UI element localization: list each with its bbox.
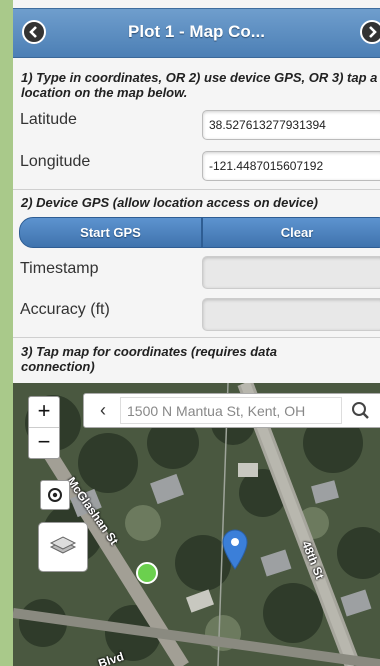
gps-position-marker	[136, 562, 158, 584]
chevron-right-icon	[369, 26, 377, 38]
layers-icon	[49, 536, 77, 554]
latitude-field[interactable]: 38.527613277931394	[202, 110, 380, 140]
timestamp-field[interactable]	[202, 256, 380, 289]
chevron-left-icon	[29, 26, 37, 38]
longitude-field[interactable]: -121.4487015607192	[202, 151, 380, 181]
section1-title: 1) Type in coordinates, OR 2) use device…	[21, 70, 378, 100]
map-search-box: ‹ 1500 N Mantua St, Kent, OH	[83, 393, 380, 428]
longitude-label: Longitude	[20, 153, 91, 170]
locate-me-button[interactable]	[40, 480, 70, 510]
forward-button[interactable]	[360, 20, 380, 44]
address-search-input[interactable]: 1500 N Mantua St, Kent, OH	[120, 397, 342, 424]
accuracy-label: Accuracy (ft)	[20, 301, 110, 318]
crosshair-icon	[48, 488, 62, 502]
section2-title: 2) Device GPS (allow location access on …	[21, 195, 318, 210]
accuracy-field[interactable]	[202, 298, 380, 331]
location-pin-icon[interactable]	[222, 528, 248, 570]
divider	[13, 337, 380, 338]
left-edge-strip	[0, 0, 13, 666]
app-frame: Plot 1 - Map Co... 1) Type in coordinate…	[13, 0, 380, 666]
section3-title: 3) Tap map for coordinates (requires dat…	[21, 344, 277, 374]
zoom-out-button[interactable]: −	[29, 428, 59, 458]
latitude-label: Latitude	[20, 111, 77, 128]
back-button[interactable]	[22, 20, 46, 44]
layers-button[interactable]	[38, 522, 88, 572]
search-button[interactable]	[344, 394, 378, 427]
zoom-in-button[interactable]: +	[29, 397, 59, 428]
search-icon	[352, 402, 369, 419]
clear-button[interactable]: Clear	[202, 217, 380, 248]
start-gps-button[interactable]: Start GPS	[19, 217, 202, 248]
zoom-control: + −	[28, 396, 60, 459]
timestamp-label: Timestamp	[20, 260, 99, 277]
divider	[13, 189, 380, 190]
page-title: Plot 1 - Map Co...	[128, 22, 265, 41]
search-back-button[interactable]: ‹	[88, 394, 118, 427]
app-header: Plot 1 - Map Co...	[13, 8, 380, 58]
